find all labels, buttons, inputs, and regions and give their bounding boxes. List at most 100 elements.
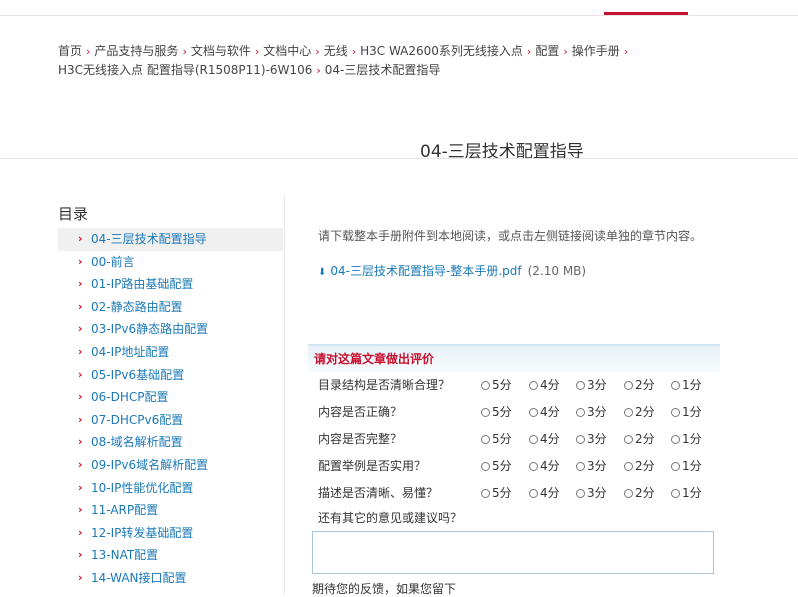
- rating-option[interactable]: 5分: [481, 426, 512, 453]
- toc-item-label: 04-IP地址配置: [91, 344, 170, 359]
- breadcrumb-item[interactable]: 文档中心: [263, 44, 311, 58]
- column-divider: [284, 196, 285, 594]
- radio-button[interactable]: [529, 381, 538, 390]
- radio-button[interactable]: [671, 435, 680, 444]
- rating-option[interactable]: 4分: [529, 426, 560, 453]
- rating-option[interactable]: 5分: [481, 399, 512, 426]
- title-divider: [0, 158, 798, 159]
- toc-item[interactable]: › 04-IP地址配置: [58, 341, 283, 364]
- download-link[interactable]: 04-三层技术配置指导-整本手册.pdf: [330, 264, 521, 278]
- toc-item-label: 12-IP转发基础配置: [91, 525, 194, 540]
- breadcrumb-separator-icon: ›: [254, 45, 260, 58]
- rating-option[interactable]: 5分: [481, 372, 512, 399]
- comment-textarea[interactable]: [312, 531, 714, 574]
- toc-item-label: 13-NAT配置: [91, 548, 159, 563]
- rating-option[interactable]: 4分: [529, 372, 560, 399]
- radio-button[interactable]: [576, 462, 585, 471]
- rating-option[interactable]: 3分: [576, 426, 607, 453]
- radio-button[interactable]: [529, 408, 538, 417]
- rating-option[interactable]: 5分: [481, 453, 512, 480]
- toc-item[interactable]: › 07-DHCPv6配置: [58, 409, 283, 432]
- toc-item[interactable]: › 04-三层技术配置指导: [58, 228, 283, 251]
- intro-text: 请下载整本手册附件到本地阅读，或点击左侧链接阅读单独的章节内容。: [318, 229, 703, 243]
- toc-item[interactable]: › 12-IP转发基础配置: [58, 522, 283, 545]
- toc-item-label: 03-IPv6静态路由配置: [91, 322, 209, 337]
- toc-item[interactable]: › 00-前言: [58, 251, 283, 274]
- rating-option[interactable]: 1分: [671, 426, 702, 453]
- breadcrumb: 首页 › 产品支持与服务 › 文档与软件 › 文档中心 › 无线 › H3C WA2600系列无线接…: [58, 42, 758, 80]
- radio-button[interactable]: [481, 435, 490, 444]
- radio-button[interactable]: [529, 462, 538, 471]
- rating-option[interactable]: 5分: [481, 480, 512, 507]
- radio-button[interactable]: [624, 381, 633, 390]
- rating-option[interactable]: 2分: [624, 480, 655, 507]
- breadcrumb-item[interactable]: 首页: [58, 44, 82, 58]
- breadcrumb-item[interactable]: H3C无线接入点 配置指导(R1508P11)-6W106: [58, 63, 312, 77]
- toc-item-label: 01-IP路由基础配置: [91, 277, 194, 292]
- chevron-right-icon: ›: [78, 390, 83, 404]
- radio-button[interactable]: [481, 408, 490, 417]
- radio-button[interactable]: [576, 408, 585, 417]
- toc-item[interactable]: › 01-IP路由基础配置: [58, 273, 283, 296]
- radio-button[interactable]: [481, 489, 490, 498]
- toc-item[interactable]: › 11-ARP配置: [58, 499, 283, 522]
- radio-button[interactable]: [481, 381, 490, 390]
- radio-button[interactable]: [624, 435, 633, 444]
- chevron-right-icon: ›: [78, 480, 83, 494]
- breadcrumb-item[interactable]: 配置: [535, 44, 559, 58]
- rating-option-label: 3分: [587, 459, 607, 473]
- toc-item-label: 05-IPv6基础配置: [91, 367, 185, 382]
- radio-button[interactable]: [671, 381, 680, 390]
- breadcrumb-item[interactable]: 产品支持与服务: [94, 44, 178, 58]
- radio-button[interactable]: [481, 462, 490, 471]
- rating-option[interactable]: 3分: [576, 453, 607, 480]
- rating-option[interactable]: 1分: [671, 372, 702, 399]
- rating-option[interactable]: 3分: [576, 480, 607, 507]
- radio-button[interactable]: [624, 462, 633, 471]
- chevron-right-icon: ›: [78, 548, 83, 562]
- rating-option[interactable]: 4分: [529, 480, 560, 507]
- breadcrumb-item[interactable]: 无线: [324, 44, 348, 58]
- toc-item[interactable]: › 09-IPv6域名解析配置: [58, 454, 283, 477]
- toc-item[interactable]: › 10-IP性能优化配置: [58, 477, 283, 500]
- radio-button[interactable]: [529, 435, 538, 444]
- rating-option[interactable]: 1分: [671, 399, 702, 426]
- rating-option[interactable]: 4分: [529, 399, 560, 426]
- rating-option[interactable]: 3分: [576, 372, 607, 399]
- chevron-right-icon: ›: [78, 412, 83, 426]
- toc-item[interactable]: › 13-NAT配置: [58, 544, 283, 567]
- breadcrumb-item: 04-三层技术配置指导: [324, 63, 441, 77]
- breadcrumb-separator-icon: ›: [526, 45, 532, 58]
- rating-option[interactable]: 4分: [529, 453, 560, 480]
- radio-button[interactable]: [576, 435, 585, 444]
- breadcrumb-item[interactable]: 操作手册: [572, 44, 620, 58]
- radio-button[interactable]: [671, 462, 680, 471]
- rating-option[interactable]: 2分: [624, 426, 655, 453]
- radio-button[interactable]: [624, 489, 633, 498]
- toc-item[interactable]: › 06-DHCP配置: [58, 386, 283, 409]
- breadcrumb-item[interactable]: H3C WA2600系列无线接入点: [360, 44, 523, 58]
- toc-item[interactable]: › 08-域名解析配置: [58, 431, 283, 454]
- rating-option[interactable]: 2分: [624, 372, 655, 399]
- rating-option[interactable]: 2分: [624, 399, 655, 426]
- rating-question-row: 内容是否完整？ 5分 4分 3分 2分 1分: [308, 426, 720, 453]
- breadcrumb-separator-icon: ›: [623, 45, 629, 58]
- question-label: 内容是否完整？: [318, 432, 403, 446]
- radio-button[interactable]: [576, 381, 585, 390]
- toc-item[interactable]: › 05-IPv6基础配置: [58, 364, 283, 387]
- radio-button[interactable]: [576, 489, 585, 498]
- radio-button[interactable]: [624, 408, 633, 417]
- radio-button[interactable]: [671, 489, 680, 498]
- rating-option[interactable]: 1分: [671, 453, 702, 480]
- toc-item[interactable]: › 02-静态路由配置: [58, 296, 283, 319]
- radio-button[interactable]: [671, 408, 680, 417]
- rating-option[interactable]: 1分: [671, 480, 702, 507]
- rating-question-row: 配置举例是否实用？ 5分 4分 3分 2分 1分: [308, 453, 720, 480]
- rating-option[interactable]: 2分: [624, 453, 655, 480]
- toc-item[interactable]: › 03-IPv6静态路由配置: [58, 318, 283, 341]
- download-icon[interactable]: ⬇: [318, 267, 326, 278]
- breadcrumb-item[interactable]: 文档与软件: [191, 44, 251, 58]
- rating-option[interactable]: 3分: [576, 399, 607, 426]
- radio-button[interactable]: [529, 489, 538, 498]
- toc-item[interactable]: › 14-WAN接口配置: [58, 567, 283, 590]
